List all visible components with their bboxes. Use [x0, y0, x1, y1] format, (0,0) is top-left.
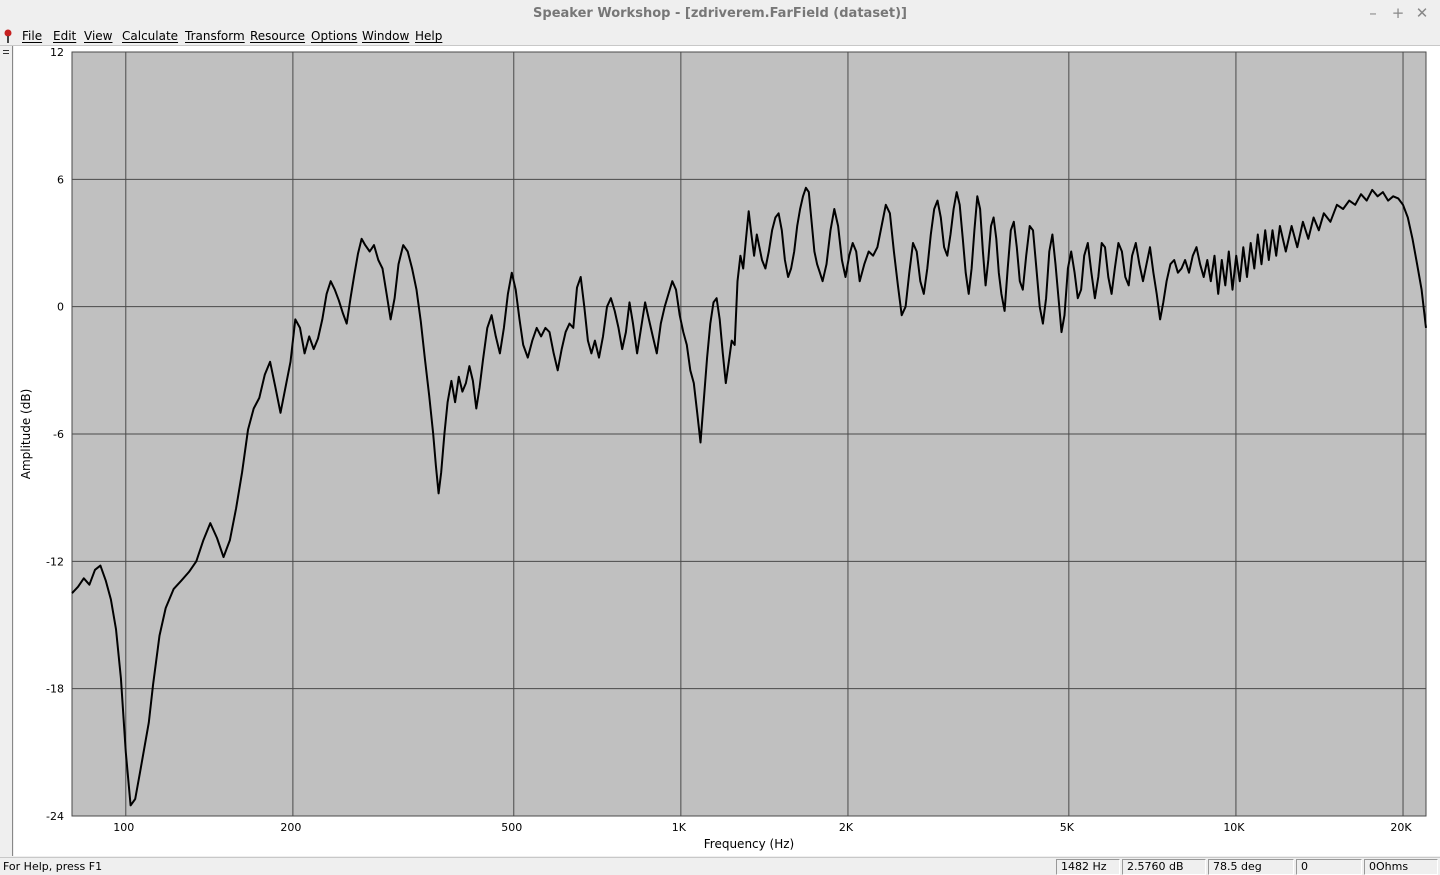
- x-tick-label: 5K: [1060, 821, 1075, 834]
- status-bar: For Help, press F1 1482 Hz 2.5760 dB 78.…: [0, 857, 1440, 875]
- x-tick-labels: 100 200 500 1K 2K 5K 10K 20K: [113, 821, 1412, 834]
- y-tick-label: -18: [46, 683, 64, 696]
- minimize-button[interactable]: –: [1364, 4, 1382, 22]
- frame-grip: [3, 50, 9, 51]
- frequency-response-chart[interactable]: 12 6 0 -6 -12 -18 -24 100 200 500 1K 2K 5K 10K 20K Fr…: [14, 46, 1440, 856]
- y-tick-label: 6: [57, 173, 64, 186]
- x-tick-label: 500: [501, 821, 522, 834]
- menu-window[interactable]: Window: [362, 29, 409, 43]
- x-tick-label: 20K: [1390, 821, 1412, 834]
- x-tick-label: 100: [113, 821, 134, 834]
- menu-calculate[interactable]: Calculate: [122, 29, 178, 43]
- y-tick-label: -6: [53, 428, 64, 441]
- status-help-text: For Help, press F1: [3, 860, 103, 873]
- y-tick-label: 0: [57, 301, 64, 314]
- menu-file[interactable]: File: [22, 29, 42, 43]
- status-phase: 78.5 deg: [1208, 859, 1294, 875]
- chart-panel[interactable]: 12 6 0 -6 -12 -18 -24 100 200 500 1K 2K 5K 10K 20K Fr…: [14, 46, 1440, 856]
- app-icon[interactable]: [3, 29, 13, 43]
- status-amplitude: 2.5760 dB: [1122, 859, 1206, 875]
- x-tick-label: 2K: [839, 821, 854, 834]
- menu-help[interactable]: Help: [415, 29, 442, 43]
- menu-edit[interactable]: Edit: [53, 29, 76, 43]
- x-tick-label: 200: [280, 821, 301, 834]
- status-impedance: 0Ohms: [1364, 859, 1438, 875]
- maximize-button[interactable]: +: [1389, 4, 1407, 22]
- menu-view[interactable]: View: [84, 29, 112, 43]
- y-tick-label: -12: [46, 555, 64, 568]
- y-tick-label: -24: [46, 810, 64, 823]
- status-frequency: 1482 Hz: [1056, 859, 1120, 875]
- menu-options[interactable]: Options: [311, 29, 357, 43]
- close-button[interactable]: ✕: [1413, 4, 1431, 22]
- menu-bar: File Edit View Calculate Transform Resou…: [0, 27, 1440, 67]
- menu-transform[interactable]: Transform: [185, 29, 245, 43]
- y-tick-label: 12: [50, 46, 64, 59]
- y-tick-labels: 12 6 0 -6 -12 -18 -24: [46, 46, 64, 823]
- mdi-frame-edge: [0, 46, 13, 856]
- frame-grip: [3, 53, 9, 54]
- x-axis-label: Frequency (Hz): [704, 837, 795, 851]
- x-tick-label: 1K: [672, 821, 687, 834]
- menu-resource[interactable]: Resource: [250, 29, 305, 43]
- x-tick-label: 10K: [1223, 821, 1245, 834]
- window-title: Speaker Workshop - [zdriverem.FarField (…: [533, 6, 907, 21]
- y-axis-label: Amplitude (dB): [19, 389, 33, 480]
- status-count: 0: [1296, 859, 1362, 875]
- title-bar[interactable]: Speaker Workshop - [zdriverem.FarField (…: [0, 0, 1440, 27]
